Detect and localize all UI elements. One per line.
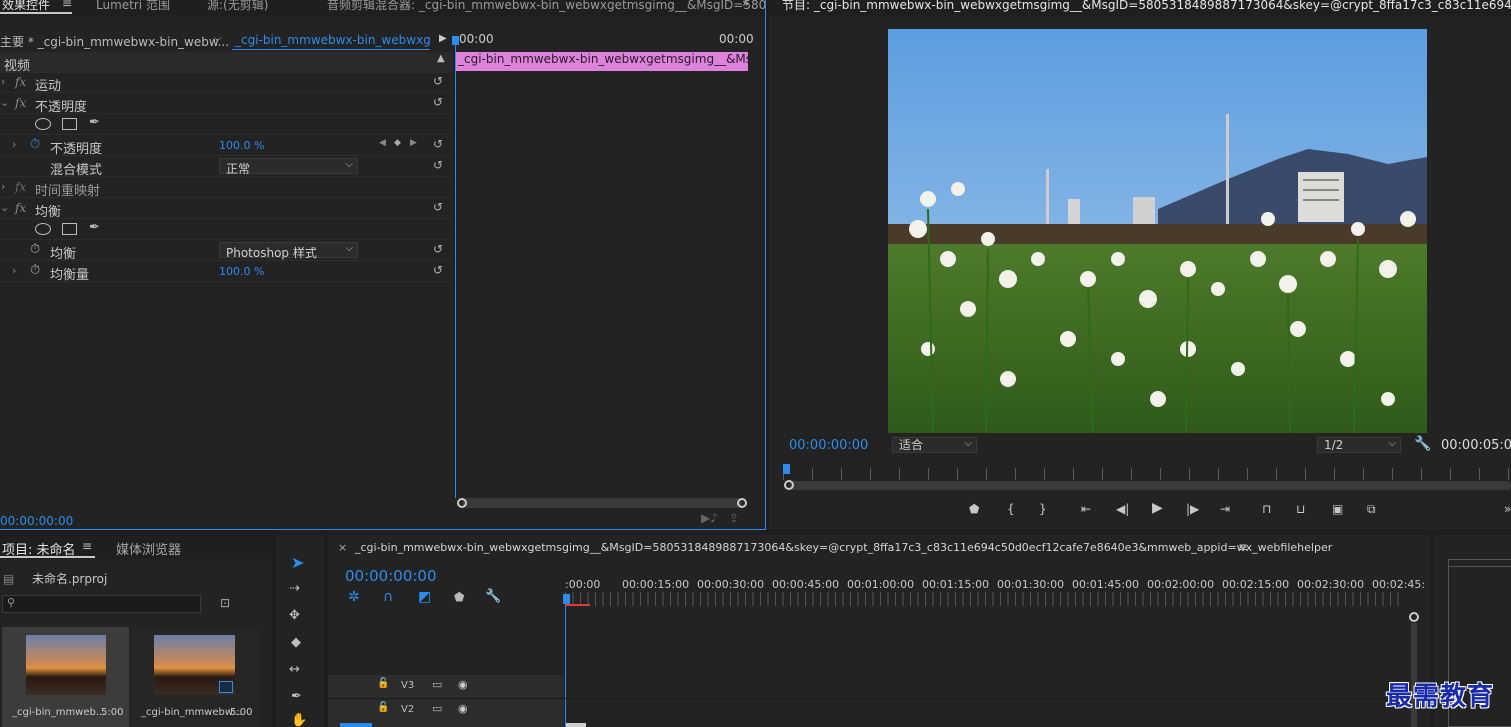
ruler-tick-label: :00:00 <box>565 578 601 591</box>
marker-icon[interactable]: ⬟ <box>454 590 464 604</box>
watermark-logo: 最需教育 <box>1386 682 1495 712</box>
ruler-tick-label: 00:00:45:00 <box>772 578 840 591</box>
active-tab-underline <box>0 556 95 558</box>
video-preview[interactable] <box>888 29 1427 433</box>
eye-icon[interactable]: ◉ <box>458 702 468 715</box>
ruler-tick-label: 00:01:45:00 <box>1072 578 1140 591</box>
project-tabbar: 项目: 未命名 ≡ 媒体浏览器 <box>0 535 272 559</box>
ruler-tick-label: 00:02:30:00 <box>1297 578 1365 591</box>
program-timecode[interactable]: 00:00:00:00 <box>789 438 868 453</box>
snap-icon[interactable]: ✲ <box>348 589 360 605</box>
ruler-tick-label: 00:00:30:00 <box>697 578 765 591</box>
extract-icon[interactable]: ⊔ <box>1296 502 1305 516</box>
timeline-ruler[interactable] <box>565 592 1405 606</box>
search-icon: ⚲ <box>7 596 16 609</box>
clip-stub[interactable] <box>566 723 586 727</box>
track-label[interactable]: V2 <box>401 704 414 715</box>
lock-icon[interactable]: 🔓 <box>377 702 389 713</box>
export-frame-icon[interactable]: ▣ <box>1332 502 1343 516</box>
selection-tool-icon[interactable]: ➤ <box>291 553 304 572</box>
lock-icon[interactable]: 🔓 <box>377 678 389 689</box>
mark-in-icon[interactable]: { <box>1007 502 1015 516</box>
overflow-icon[interactable]: » <box>1504 502 1511 516</box>
ruler-tick-label: 00:01:15:00 <box>922 578 990 591</box>
timeline-title[interactable]: _cgi-bin_mmwebwx-bin_webwxgetmsgimg__&Ms… <box>355 541 1332 554</box>
comparison-view-icon[interactable]: ⧉ <box>1367 502 1376 517</box>
project-item[interactable]: _cgi-bin_mmweb... 5:00 <box>2 627 129 727</box>
chevron-down-icon: ⌵ <box>1388 438 1396 449</box>
track-select-tool-icon[interactable]: ⇢ <box>289 581 300 596</box>
work-area-bar <box>566 604 590 606</box>
timeline-timecode[interactable]: 00:00:00:00 <box>345 567 437 585</box>
ruler-tick-label: 00:00:15:00 <box>622 578 690 591</box>
ruler-tick-label: 00:01:30:00 <box>997 578 1065 591</box>
ruler-tick-label: 00:02:45: <box>1372 578 1426 591</box>
ruler-tick-label: 00:02:15:00 <box>1222 578 1290 591</box>
scrub-ruler[interactable] <box>783 468 1511 480</box>
project-item-duration: 5:00 <box>230 707 253 718</box>
timeline-panel: × _cgi-bin_mmwebwx-bin_webwxgetmsgimg__&… <box>328 535 1430 727</box>
hand-tool-icon[interactable]: ✋ <box>291 713 307 727</box>
close-icon[interactable]: × <box>338 541 347 554</box>
go-to-in-icon[interactable]: ⇤ <box>1081 502 1091 516</box>
folder-icon: ▤ <box>3 572 15 586</box>
sequence-badge-icon <box>219 681 233 693</box>
track-label[interactable]: V3 <box>401 680 414 691</box>
linked-selection-icon[interactable]: ∩ <box>383 589 393 605</box>
razor-tool-icon[interactable]: ◆ <box>291 635 301 650</box>
program-monitor-tabbar: 节目: _cgi-bin_mmwebwx-bin_webwxgetmsgimg_… <box>769 0 1511 16</box>
sync-lock-icon[interactable]: ▭ <box>432 702 442 715</box>
program-monitor-title[interactable]: 节目: _cgi-bin_mmwebwx-bin_webwxgetmsgimg_… <box>782 0 1511 13</box>
fit-value: 适合 <box>899 438 924 452</box>
sync-lock-icon[interactable]: ▭ <box>432 678 442 691</box>
thumbnail <box>154 635 235 695</box>
program-monitor-panel: 节目: _cgi-bin_mmwebwx-bin_webwxgetmsgimg_… <box>769 0 1511 530</box>
tools-panel: ➤ ⇢ ✥ ◆ ↔ ✒ ✋ <box>276 535 324 727</box>
audio-meter-header <box>1448 559 1511 567</box>
zoom-handle-left[interactable] <box>784 480 794 490</box>
play-icon[interactable]: ▶ <box>1152 500 1163 516</box>
tab-media-browser[interactable]: 媒体浏览器 <box>116 539 181 558</box>
resolution-dropdown[interactable]: 1/2 ⌵ <box>1317 437 1401 453</box>
step-forward-icon[interactable]: |▶ <box>1186 502 1199 516</box>
project-filename: 未命名.prproj <box>32 572 108 586</box>
project-item-name: _cgi-bin_mmwebw... <box>141 707 242 718</box>
eye-icon[interactable]: ◉ <box>458 678 468 691</box>
slip-tool-icon[interactable]: ↔ <box>289 662 300 677</box>
panel-focus-border <box>0 0 766 530</box>
track-target-bar[interactable] <box>340 723 372 727</box>
timeline-playhead-head[interactable] <box>563 594 570 604</box>
program-duration: 00:00:05:00 <box>1441 438 1511 453</box>
zoom-bar[interactable] <box>789 481 1511 490</box>
project-panel: 项目: 未命名 ≡ 媒体浏览器 ▤ 未命名.prproj ⚲ ⊡ _cgi-bi… <box>0 535 272 727</box>
resolution-value: 1/2 <box>1324 438 1344 452</box>
add-marker-icon[interactable]: ◩ <box>418 589 431 605</box>
step-back-icon[interactable]: ◀| <box>1116 502 1129 516</box>
add-marker-icon[interactable]: ⬟ <box>969 502 979 516</box>
ripple-edit-tool-icon[interactable]: ✥ <box>289 608 300 623</box>
wrench-icon[interactable]: 🔧 <box>485 589 501 604</box>
wrench-icon[interactable]: 🔧 <box>1414 436 1431 452</box>
ruler-tick-label: 00:02:00:00 <box>1147 578 1215 591</box>
scrub-playhead[interactable] <box>783 464 790 474</box>
fit-dropdown[interactable]: 适合 ⌵ <box>892 437 977 453</box>
go-to-out-icon[interactable]: ⇥ <box>1220 502 1230 516</box>
track-row: 🔓 V2 ▭ ◉ <box>328 699 1408 727</box>
lift-icon[interactable]: ⊓ <box>1262 502 1271 516</box>
ruler-tick-label: 00:01:00:00 <box>847 578 915 591</box>
vertical-scroll-handle[interactable] <box>1409 612 1419 622</box>
thumbnail <box>26 635 106 695</box>
project-item-name: _cgi-bin_mmweb... <box>12 707 106 718</box>
new-bin-icon[interactable]: ⊡ <box>220 596 230 610</box>
project-item-duration: 5:00 <box>101 707 124 718</box>
project-search-input[interactable]: ⚲ <box>2 595 201 613</box>
project-item[interactable]: _cgi-bin_mmwebw... 5:00 <box>131 627 258 727</box>
mark-out-icon[interactable]: } <box>1039 502 1047 516</box>
panel-menu-icon[interactable]: ≡ <box>1238 540 1248 554</box>
panel-menu-icon[interactable]: ≡ <box>82 539 92 553</box>
track-row: 🔓 V3 ▭ ◉ <box>328 675 1408 699</box>
chevron-down-icon: ⌵ <box>964 438 972 449</box>
pen-tool-icon[interactable]: ✒ <box>291 689 302 704</box>
flower-field-image <box>888 29 1427 433</box>
